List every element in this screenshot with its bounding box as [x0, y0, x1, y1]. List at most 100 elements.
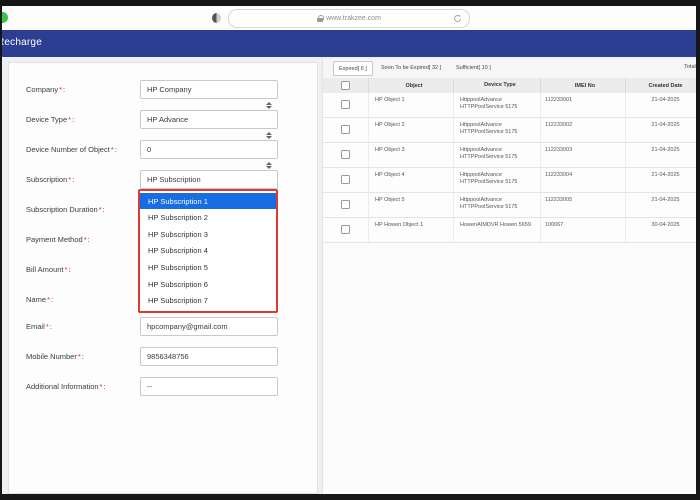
- label-text: Name: [26, 295, 46, 304]
- label-text: Payment Method: [26, 235, 83, 244]
- device-table-panel: Total Se Expired[ 6 ]Soon To be Expired[…: [322, 59, 696, 494]
- field-input-device-type[interactable]: HP Advance: [140, 110, 278, 129]
- label-text: Bill Amount: [26, 265, 64, 274]
- required-asterisk: *: [84, 235, 87, 244]
- row-checkbox[interactable]: [341, 200, 350, 209]
- table-row-hp-object-3[interactable]: HP Object 3HttppoolAdvanceHTTPPoolServic…: [323, 143, 696, 168]
- cell-created-date: 21-04-2025: [626, 93, 696, 117]
- row-checkbox[interactable]: [341, 175, 350, 184]
- form-row-subscription: Subscription* :HP Subscription: [9, 170, 317, 189]
- dropdown-option-hp-subscription-6[interactable]: HP Subscription 6: [140, 276, 276, 292]
- table-row-hp-howen-object-1[interactable]: HP Howen Object 1 HowenAIMDVR Howen 56591…: [323, 218, 696, 243]
- field-input-mobile-number[interactable]: 9856348756: [140, 347, 278, 366]
- table-row-hp-object-5[interactable]: HP Object 5HttppoolAdvanceHTTPPoolServic…: [323, 193, 696, 218]
- field-label-email: Email* :: [26, 317, 52, 336]
- stepper-device-number-of-object-icon[interactable]: [264, 162, 274, 170]
- form-row-company: Company* :HP Company: [9, 80, 317, 99]
- field-label-mobile-number: Mobile Number* :: [26, 347, 84, 366]
- lock-icon: [317, 15, 323, 22]
- app-header: Recharge: [2, 30, 696, 57]
- reload-icon[interactable]: [453, 14, 462, 23]
- form-row-additional-information: Additional Information* : --: [9, 377, 317, 396]
- label-suffix: :: [68, 265, 70, 274]
- table-row-hp-object-1[interactable]: HP Object 1HttppoolAdvanceHTTPPoolServic…: [323, 93, 696, 118]
- field-input-subscription[interactable]: HP Subscription: [140, 170, 278, 189]
- privacy-shield-icon[interactable]: [212, 13, 221, 23]
- required-asterisk: *: [59, 85, 62, 94]
- cell-imei: 112233003: [541, 143, 626, 167]
- field-label-device-type: Device Type* :: [26, 110, 74, 129]
- device-type-line2: HTTPPoolService 5175: [460, 204, 540, 211]
- cell-object: HP Object 4: [369, 168, 454, 192]
- field-input-additional-information[interactable]: --: [140, 377, 278, 396]
- field-input-email[interactable]: hpcompany@gmail.com: [140, 317, 278, 336]
- stepper-up-icon: [266, 162, 272, 165]
- required-asterisk: *: [47, 295, 50, 304]
- cell-created-date: 21-04-2025: [626, 118, 696, 142]
- required-asterisk: *: [100, 382, 103, 391]
- stepper-device-type-icon[interactable]: [264, 132, 274, 140]
- cell-imei: 100067: [541, 218, 626, 242]
- cell-imei: 112233001: [541, 93, 626, 117]
- required-asterisk: *: [99, 205, 102, 214]
- dropdown-option-hp-subscription-1[interactable]: HP Subscription 1: [140, 193, 276, 209]
- field-input-company[interactable]: HP Company: [140, 80, 278, 99]
- header-cell-object: Object: [369, 78, 454, 93]
- cell-created-date: 21-04-2025: [626, 168, 696, 192]
- field-label-name: Name* :: [26, 290, 53, 309]
- form-row-mobile-number: Mobile Number* : 9856348756: [9, 347, 317, 366]
- cell-object: HP Howen Object 1: [369, 218, 454, 242]
- dropdown-option-hp-subscription-5[interactable]: HP Subscription 5: [140, 260, 276, 276]
- address-bar[interactable]: www.trakzee.com: [228, 9, 470, 28]
- row-checkbox[interactable]: [341, 125, 350, 134]
- device-type-line2: HTTPPoolService 5175: [460, 129, 540, 136]
- cell-object: HP Object 5: [369, 193, 454, 217]
- device-type-line1: HttppoolAdvance: [460, 97, 540, 104]
- field-label-device-number-of-object: Device Number of Object* :: [26, 140, 117, 159]
- cell-device-type: HttppoolAdvanceHTTPPoolService 5175: [454, 143, 541, 167]
- device-type-line1: HttppoolAdvance: [460, 172, 540, 179]
- label-suffix: :: [51, 295, 53, 304]
- cell-imei: 112233002: [541, 118, 626, 142]
- label-text: Subscription: [26, 175, 67, 184]
- subscription-dropdown: HP Subscription 1HP Subscription 2HP Sub…: [138, 189, 278, 313]
- cell-object: HP Object 1: [369, 93, 454, 117]
- stepper-company-icon[interactable]: [264, 102, 274, 110]
- label-text: Additional Information: [26, 382, 99, 391]
- table-row-hp-object-4[interactable]: HP Object 4 HttppoolAdvanceHTTPPoolServic…: [323, 168, 696, 193]
- form-row-device-number-of-object: Device Number of Object* : 0: [9, 140, 317, 159]
- cell-created-date: 21-04-2025: [626, 193, 696, 217]
- table-row-hp-object-2[interactable]: HP Object 2HttppoolAdvanceHTTPPoolServic…: [323, 118, 696, 143]
- header-cell-created-date: Created Date: [626, 78, 696, 93]
- dropdown-option-hp-subscription-3[interactable]: HP Subscription 3: [140, 226, 276, 242]
- select-all-checkbox[interactable]: [341, 81, 350, 90]
- device-type-line2: HTTPPoolService 5175: [460, 179, 540, 186]
- cell-imei: 112233004: [541, 168, 626, 192]
- label-text: Device Type: [26, 115, 67, 124]
- tab-soon-to-be-expired-32[interactable]: Soon To be Expired[ 32 ]: [376, 61, 446, 74]
- dropdown-option-hp-subscription-4[interactable]: HP Subscription 4: [140, 243, 276, 259]
- label-suffix: :: [63, 85, 65, 94]
- row-checkbox-cell: [323, 93, 369, 117]
- required-asterisk: *: [68, 175, 71, 184]
- label-suffix: :: [103, 382, 105, 391]
- row-checkbox[interactable]: [341, 225, 350, 234]
- tab-sufficient-10[interactable]: Sufficient[ 10 ]: [451, 61, 496, 74]
- field-label-subscription-duration: Subscription Duration* :: [26, 200, 105, 219]
- dropdown-option-hp-subscription-2[interactable]: HP Subscription 2: [140, 210, 276, 226]
- label-text: Device Number of Object: [26, 145, 110, 154]
- row-checkbox-cell: [323, 168, 369, 192]
- row-checkbox-cell: [323, 193, 369, 217]
- row-checkbox[interactable]: [341, 150, 350, 159]
- dropdown-option-hp-subscription-7[interactable]: HP Subscription 7: [140, 293, 276, 309]
- required-asterisk: *: [65, 265, 68, 274]
- field-input-device-number-of-object[interactable]: 0: [140, 140, 278, 159]
- tab-expired-6[interactable]: Expired[ 6 ]: [333, 61, 373, 76]
- row-checkbox[interactable]: [341, 100, 350, 109]
- device-type-line1: HowenAIMDVR Howen 5659: [460, 222, 540, 229]
- device-type-line1: HttppoolAdvance: [460, 122, 540, 129]
- form-row-device-type: Device Type* : HP Advance: [9, 110, 317, 129]
- cell-device-type: HowenAIMDVR Howen 5659: [454, 218, 541, 242]
- total-summary-text: Total Se: [684, 64, 696, 70]
- window-control-green[interactable]: [2, 12, 8, 23]
